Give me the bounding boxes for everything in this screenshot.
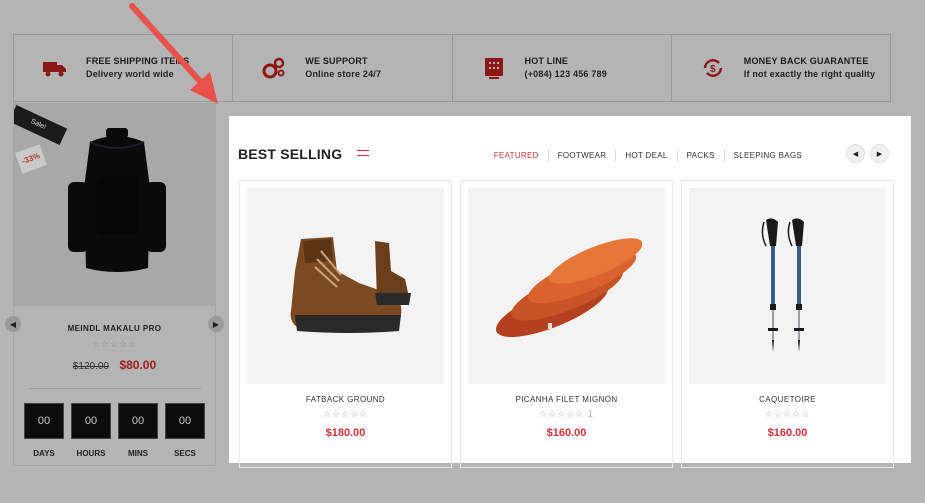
svg-text:$: $ [710, 64, 716, 75]
countdown-mins: 00 MINS [118, 403, 158, 458]
countdown-days: 00 DAYS [24, 403, 64, 458]
feature-title: MONEY BACK GUARANTEE [743, 56, 869, 66]
deal-prev-button[interactable]: ◀ [5, 316, 21, 332]
product-rating-stars: ☆☆☆☆☆ [764, 409, 811, 419]
feature-support: WE SUPPORT Online store 24/7 [233, 35, 453, 101]
countdown-label: SECS [174, 449, 196, 458]
countdown-label: MINS [128, 449, 148, 458]
product-rating-stars: ☆☆☆☆☆ [322, 409, 369, 419]
sale-ribbon: Sale! [14, 105, 68, 145]
feature-money-back: $ MONEY BACK GUARANTEE If not exactly th… [672, 35, 890, 101]
countdown-label: HOURS [76, 449, 106, 458]
tab-featured[interactable]: FEATURED [485, 149, 548, 162]
countdown-value: 00 [165, 403, 205, 439]
backpack-image [68, 128, 166, 272]
sleeping-pads-image [495, 238, 642, 337]
product-price: $160.00 [546, 427, 587, 439]
deal-new-price: $80.00 [119, 358, 157, 372]
product-name[interactable]: PICANHA FILET MIGNON [461, 395, 672, 404]
carousel-prev-button[interactable]: ◀ [846, 144, 865, 163]
product-price: $160.00 [767, 427, 808, 439]
deal-product-name[interactable]: MEINDL MAKALU PRO [14, 324, 215, 333]
product-image[interactable] [468, 188, 665, 384]
countdown-hours: 00 HOURS [71, 403, 111, 458]
category-tabs: FEATURED FOOTWEAR HOT DEAL PACKS SLEEPIN… [485, 149, 811, 162]
product-card[interactable]: CAQUETOIRE ☆☆☆☆☆ $160.00 [681, 180, 894, 468]
deal-of-the-day-panel: Sale! -33% ◀ ▶ MEINDL MAKALU PRO ☆☆☆☆☆ $… [5, 103, 224, 466]
feature-hotline: HOT LINE (+084) 123 456 789 [453, 35, 672, 101]
feature-title: WE SUPPORT [305, 56, 368, 66]
product-name[interactable]: FATBACK GROUND [240, 395, 451, 404]
trekking-poles-image [761, 218, 804, 352]
hiking-boot-image [290, 237, 411, 333]
countdown-label: DAYS [33, 449, 55, 458]
deal-old-price: $120.00 [72, 361, 109, 372]
product-card[interactable]: FATBACK GROUND ☆☆☆☆☆ $180.00 [239, 180, 452, 468]
money-back-icon: $ [698, 53, 728, 83]
deal-rating-stars: ☆☆☆☆☆ [91, 339, 138, 349]
product-card[interactable]: PICANHA FILET MIGNON ☆☆☆☆☆ 1 $160.00 [460, 180, 673, 468]
tab-packs[interactable]: PACKS [676, 149, 724, 162]
feature-title: HOT LINE [524, 56, 569, 66]
tab-footwear[interactable]: FOOTWEAR [547, 149, 616, 162]
product-grid: FATBACK GROUND ☆☆☆☆☆ $180.00 PICANHA FIL… [239, 180, 894, 468]
product-image[interactable] [689, 188, 886, 384]
feature-subtitle: If not exactly the right quality [743, 69, 876, 79]
carousel-next-button[interactable]: ▶ [870, 144, 889, 163]
section-title: BEST SELLING [238, 146, 343, 162]
tab-hot-deal[interactable]: HOT DEAL [615, 149, 676, 162]
countdown-value: 00 [71, 403, 111, 439]
product-image[interactable] [247, 188, 444, 384]
product-price: $180.00 [325, 427, 366, 439]
countdown-timer: 00 DAYS 00 HOURS 00 MINS 00 SECS [14, 403, 215, 458]
tab-sleeping-bags[interactable]: SLEEPING BAGS [723, 149, 811, 162]
feature-subtitle: Online store 24/7 [305, 69, 382, 79]
deal-price-row: $120.00 $80.00 [14, 356, 215, 374]
discount-badge: -33% [15, 144, 47, 174]
feature-subtitle: (+084) 123 456 789 [524, 69, 607, 79]
deal-product-image[interactable]: Sale! -33% [14, 104, 215, 306]
phone-icon [479, 53, 509, 83]
countdown-value: 00 [24, 403, 64, 439]
divider [28, 388, 201, 389]
deal-next-button[interactable]: ▶ [208, 316, 224, 332]
title-decoration [357, 150, 369, 156]
annotation-arrow-icon [129, 3, 218, 104]
gears-icon [259, 53, 289, 83]
product-name[interactable]: CAQUETOIRE [682, 395, 893, 404]
countdown-secs: 00 SECS [165, 403, 205, 458]
product-rating-stars: ☆☆☆☆☆ 1 [539, 409, 594, 419]
best-selling-section: BEST SELLING FEATURED FOOTWEAR HOT DEAL … [229, 116, 911, 468]
truck-icon [40, 53, 70, 83]
countdown-value: 00 [118, 403, 158, 439]
